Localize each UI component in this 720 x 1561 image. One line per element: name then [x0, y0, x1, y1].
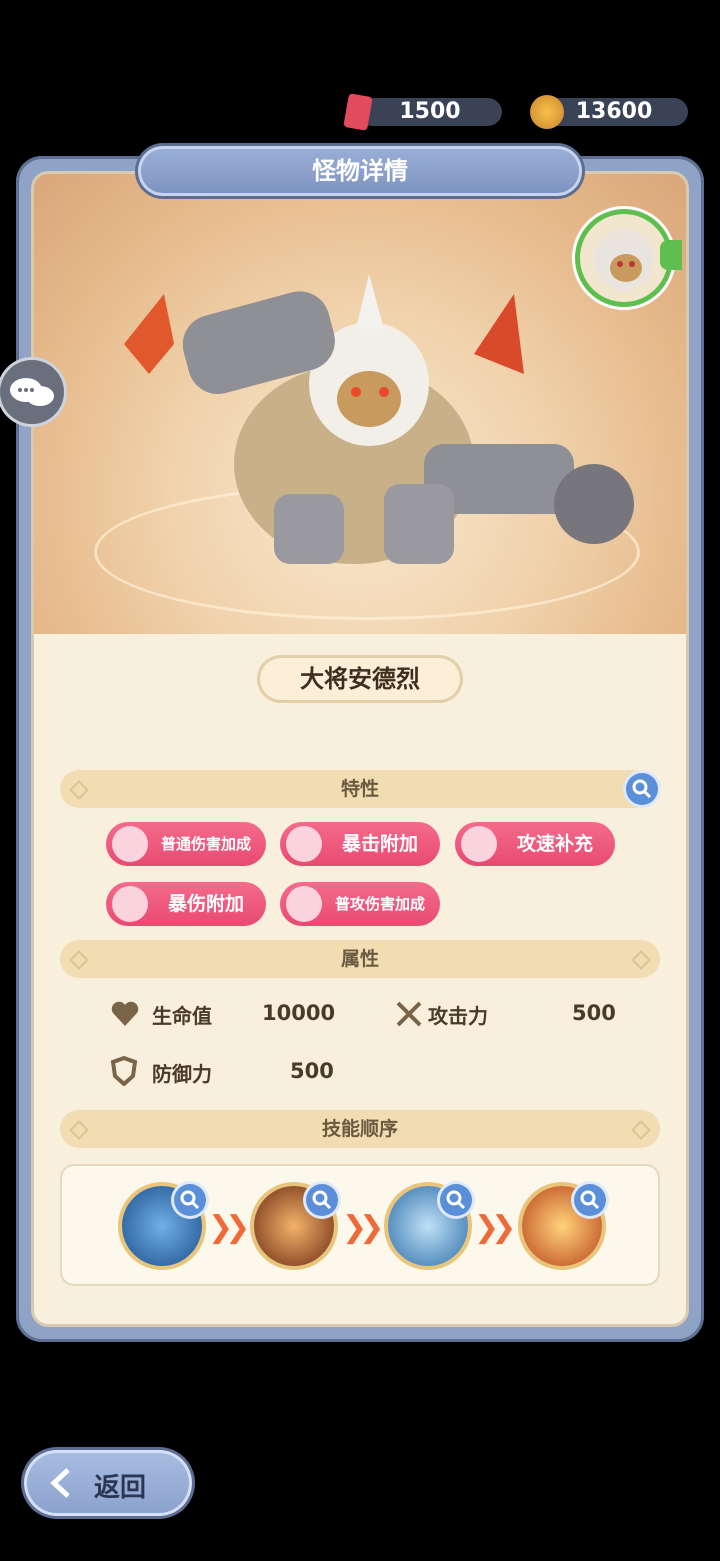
- sword-icon: [286, 886, 322, 922]
- sword-icon: [112, 826, 148, 862]
- back-button-label: 返回: [94, 1473, 147, 1503]
- next-arrow-icon: ❯❯: [474, 1210, 516, 1245]
- def-label: 防御力: [152, 1062, 212, 1086]
- back-button[interactable]: 返回: [24, 1450, 192, 1516]
- monster-name: 大将安德烈: [260, 658, 460, 700]
- back-arrow-icon: [50, 1468, 70, 1498]
- traits-search-button[interactable]: [626, 773, 658, 805]
- next-arrow-icon: ❯❯: [342, 1210, 384, 1245]
- def-value: 500: [290, 1059, 334, 1083]
- panel-title: 怪物详情: [138, 146, 582, 196]
- crossed-swords-icon: [396, 1001, 422, 1027]
- ticket-counter: 1500: [358, 98, 502, 126]
- skill-order-header-text: 技能顺序: [321, 1118, 398, 1140]
- trait-label: 暴伤附加: [167, 893, 244, 915]
- shield-icon: [110, 1056, 138, 1086]
- chat-bubble-icon: [10, 378, 54, 406]
- magnifier-icon: [632, 779, 652, 799]
- coin-icon: [530, 95, 564, 129]
- atk-label: 攻击力: [428, 1004, 488, 1028]
- atk-value: 500: [572, 1001, 616, 1025]
- hp-value: 10000: [262, 1001, 336, 1025]
- trait-label: 攻速补充: [516, 833, 593, 855]
- skill-1-search-button[interactable]: [174, 1184, 206, 1216]
- magnifier-icon: [446, 1190, 466, 1210]
- attributes-header-text: 属性: [340, 948, 379, 970]
- trait-badge[interactable]: 攻速补充: [455, 822, 615, 866]
- coin-count: 13600: [575, 99, 653, 124]
- monster-detail-panel: [16, 156, 704, 1342]
- avatar-switch-icon[interactable]: [660, 240, 682, 270]
- trait-badge[interactable]: 暴伤附加: [106, 882, 266, 926]
- monster-illustration: [124, 274, 634, 564]
- magnifier-icon: [580, 1190, 600, 1210]
- traits-header: 特性: [60, 770, 660, 808]
- magnifier-icon: [180, 1190, 200, 1210]
- skill-3-search-button[interactable]: [440, 1184, 472, 1216]
- trait-label: 普通伤害加成: [160, 835, 251, 853]
- crit-burst-icon: [112, 886, 148, 922]
- heart-icon: [111, 1001, 139, 1026]
- crit-burst-icon: [286, 826, 322, 862]
- trait-badge[interactable]: 暴击附加: [280, 822, 440, 866]
- hp-label: 生命值: [152, 1004, 212, 1028]
- magnifier-icon: [312, 1190, 332, 1210]
- sword-icon: [461, 826, 497, 862]
- trait-label: 普攻伤害加成: [334, 895, 425, 913]
- skill-order-header: 技能顺序: [60, 1110, 660, 1148]
- trait-label: 暴击附加: [341, 833, 418, 855]
- trait-badge[interactable]: 普通伤害加成: [106, 822, 266, 866]
- skill-2-search-button[interactable]: [306, 1184, 338, 1216]
- next-arrow-icon: ❯❯: [208, 1210, 250, 1245]
- panel-title-text: 怪物详情: [312, 157, 408, 185]
- panel-content: [34, 174, 686, 1324]
- chat-button[interactable]: [0, 360, 64, 424]
- lion-face-icon: [594, 230, 654, 290]
- attributes-header: 属性: [60, 940, 660, 978]
- monster-avatar[interactable]: [580, 214, 668, 302]
- trait-badge[interactable]: 普攻伤害加成: [280, 882, 440, 926]
- skill-4-search-button[interactable]: [574, 1184, 606, 1216]
- ticket-count: 1500: [399, 99, 461, 124]
- traits-header-text: 特性: [340, 778, 379, 800]
